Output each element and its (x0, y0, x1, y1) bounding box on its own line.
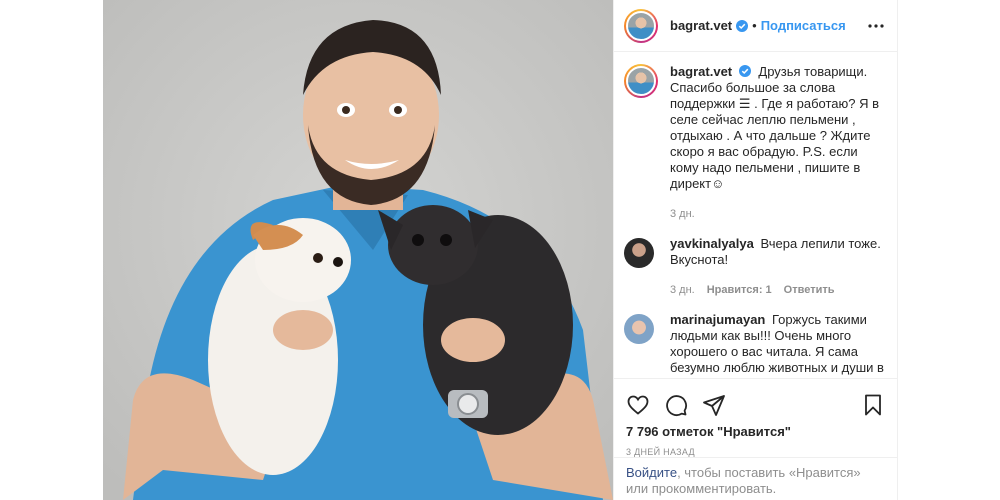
comment-likes-count[interactable]: Нравится: 1 (707, 282, 772, 298)
caption-meta: 3 дн. (670, 206, 885, 222)
caption-text: Друзья товарищи. Спасибо большое за слов… (670, 64, 879, 191)
post-actions: 7 796 отметок "Нравится" 3 дней назад (614, 378, 897, 457)
comment-icon[interactable] (664, 393, 688, 417)
bookmark-icon[interactable] (861, 393, 885, 417)
action-icons (626, 387, 885, 423)
follow-button[interactable]: Подписаться (761, 18, 846, 33)
post-side-panel: bagrat.vet • Подписаться bagrat.vet Друз… (613, 0, 898, 500)
heart-icon[interactable] (626, 393, 650, 417)
comment-time[interactable]: 3 дн. (670, 282, 695, 298)
login-prompt: Войдите, чтобы поставить «Нравится» или … (614, 457, 897, 500)
post-header: bagrat.vet • Подписаться (614, 0, 897, 52)
likes-count[interactable]: 7 796 отметок "Нравится" (626, 424, 885, 439)
comment-meta: 3 дн. Нравится: 1 Ответить (670, 282, 885, 298)
commenter-avatar[interactable] (624, 314, 654, 344)
reply-button[interactable]: Ответить (784, 282, 835, 298)
separator-dot: • (752, 18, 757, 33)
post-photo[interactable] (103, 0, 613, 500)
comment-item: yavkinalyalya Вчера лепили тоже. Вкуснот… (624, 236, 885, 298)
author-avatar[interactable] (624, 8, 658, 43)
author-username[interactable]: bagrat.vet (670, 18, 732, 33)
commenter-username[interactable]: marinajumayan (670, 312, 765, 327)
share-icon[interactable] (702, 393, 726, 417)
verified-badge-icon (736, 19, 749, 32)
commenter-avatar[interactable] (624, 238, 654, 268)
comments-list[interactable]: bagrat.vet Друзья товарищи. Спасибо боль… (614, 64, 897, 376)
caption: bagrat.vet Друзья товарищи. Спасибо боль… (624, 64, 885, 222)
more-options-icon[interactable] (867, 17, 885, 35)
post-date[interactable]: 3 дней назад (626, 447, 885, 457)
verified-badge-icon (738, 65, 751, 77)
caption-username[interactable]: bagrat.vet (670, 64, 732, 79)
caption-time[interactable]: 3 дн. (670, 206, 695, 222)
photo-illustration (103, 0, 613, 500)
commenter-username[interactable]: yavkinalyalya (670, 236, 754, 251)
comment-item: marinajumayan Горжусь такими людьми как … (624, 312, 885, 376)
login-link[interactable]: Войдите (626, 465, 677, 480)
caption-avatar[interactable] (624, 64, 658, 98)
